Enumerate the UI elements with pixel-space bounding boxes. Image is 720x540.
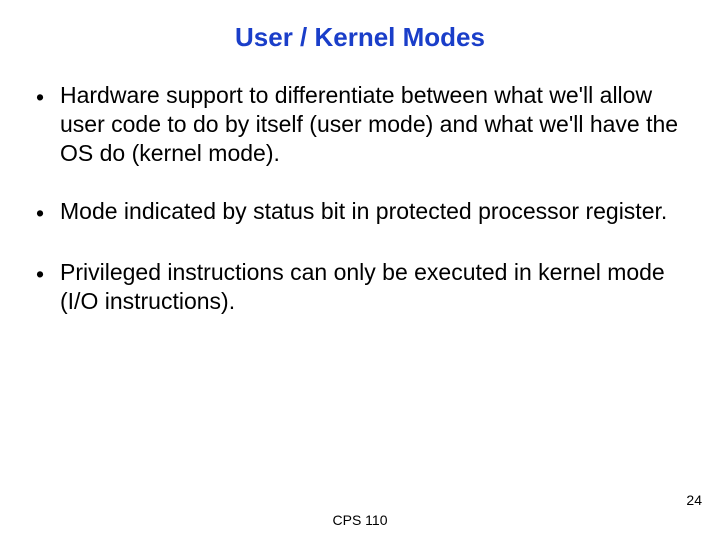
bullet-marker: •: [30, 197, 60, 228]
footer-page-number: 24: [686, 492, 702, 508]
bullet-marker: •: [30, 258, 60, 289]
bullet-text: Hardware support to differentiate betwee…: [60, 81, 680, 167]
bullet-marker: •: [30, 81, 60, 112]
bullet-item: • Hardware support to differentiate betw…: [30, 81, 680, 167]
slide-content: • Hardware support to differentiate betw…: [0, 81, 720, 316]
footer-course-code: CPS 110: [333, 512, 388, 528]
bullet-item: • Mode indicated by status bit in protec…: [30, 197, 680, 228]
slide-title: User / Kernel Modes: [0, 0, 720, 81]
bullet-text: Mode indicated by status bit in protecte…: [60, 197, 680, 226]
bullet-text: Privileged instructions can only be exec…: [60, 258, 680, 316]
bullet-item: • Privileged instructions can only be ex…: [30, 258, 680, 316]
